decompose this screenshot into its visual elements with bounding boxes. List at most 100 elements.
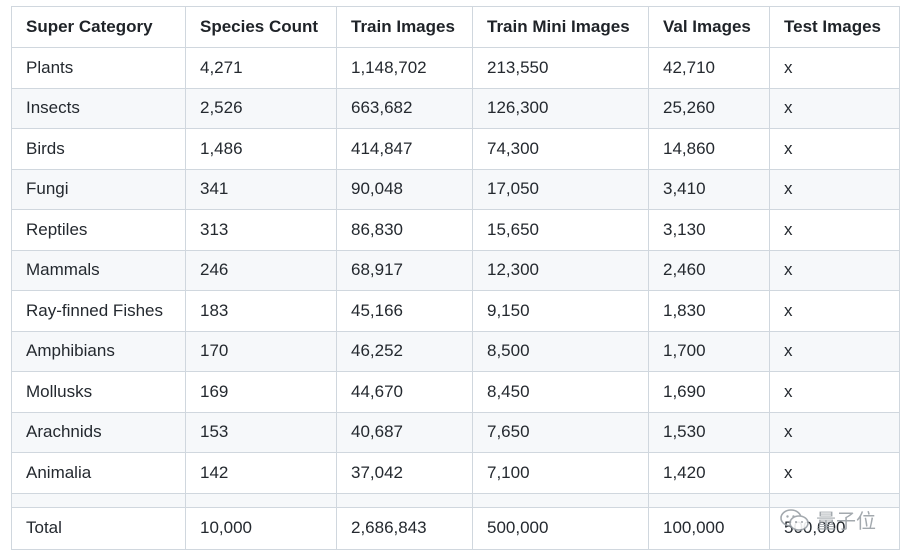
cell-super-category: Insects: [11, 87, 186, 129]
cell-train-images: 37,042: [336, 452, 473, 494]
header-row: Super Category Species Count Train Image…: [11, 6, 900, 48]
cell-val-images: 1,830: [648, 290, 770, 332]
cell-val-images: 42,710: [648, 47, 770, 89]
cell-train-mini-images: 9,150: [472, 290, 649, 332]
cell-species-count: 341: [185, 168, 337, 210]
cell-test-images: x: [769, 168, 900, 210]
cell-super-category: Arachnids: [11, 411, 186, 453]
cell-val-images: 1,530: [648, 411, 770, 453]
cell-val-images: 2,460: [648, 249, 770, 291]
table-row: Animalia 142 37,042 7,100 1,420 x: [11, 452, 900, 494]
cell-val-images: 1,700: [648, 330, 770, 372]
cell-train-mini-images: 7,100: [472, 452, 649, 494]
cell-val-images: 25,260: [648, 87, 770, 129]
cell-train-mini-images: 12,300: [472, 249, 649, 291]
cell-train-images: 663,682: [336, 87, 473, 129]
cell-super-category: Animalia: [11, 452, 186, 494]
cell-train-mini-images: 15,650: [472, 209, 649, 251]
cell-species-count: 142: [185, 452, 337, 494]
header-cell-species-count: Species Count: [185, 6, 337, 48]
cell-train-mini-images: 126,300: [472, 87, 649, 129]
cell-species-count: 313: [185, 209, 337, 251]
cell-train-images: 86,830: [336, 209, 473, 251]
cell-train-mini-images: 8,500: [472, 330, 649, 372]
spacer-row: [11, 492, 900, 508]
cell-test-images: x: [769, 452, 900, 494]
screenshot-root: Super Category Species Count Train Image…: [0, 0, 906, 560]
cell-train-images: 90,048: [336, 168, 473, 210]
total-cell-train-mini-images: 500,000: [472, 506, 649, 550]
total-row: Total 10,000 2,686,843 500,000 100,000 500,00…: [11, 506, 900, 550]
header-cell-train-images: Train Images: [336, 6, 473, 48]
cell-train-images: 44,670: [336, 371, 473, 413]
table-body: Plants 4,271 1,148,702 213,550 42,710 x Insect…: [11, 47, 900, 550]
cell-train-images: 40,687: [336, 411, 473, 453]
watermark: 量子位: [780, 505, 876, 534]
table-row: Reptiles 313 86,830 15,650 3,130 x: [11, 209, 900, 251]
cell-test-images: x: [769, 47, 900, 89]
cell-super-category: Fungi: [11, 168, 186, 210]
cell-test-images: x: [769, 128, 900, 170]
cell-val-images: 3,130: [648, 209, 770, 251]
watermark-text: 量子位: [816, 511, 876, 533]
total-cell-super-category: Total: [11, 506, 186, 550]
cell-super-category: Ray-finned Fishes: [11, 290, 186, 332]
cell-species-count: 2,526: [185, 87, 337, 129]
total-cell-val-images: 100,000: [648, 506, 770, 550]
cell-train-images: 414,847: [336, 128, 473, 170]
header-cell-super-category: Super Category: [11, 6, 186, 48]
cell-test-images: x: [769, 249, 900, 291]
header-cell-train-mini-images: Train Mini Images: [472, 6, 649, 48]
cell-train-mini-images: 17,050: [472, 168, 649, 210]
table-row: Birds 1,486 414,847 74,300 14,860 x: [11, 128, 900, 170]
cell-val-images: 1,690: [648, 371, 770, 413]
cell-train-images: 46,252: [336, 330, 473, 372]
table-row: Arachnids 153 40,687 7,650 1,530 x: [11, 411, 900, 453]
wechat-icon: [780, 508, 810, 532]
header-cell-val-images: Val Images: [648, 6, 770, 48]
cell-super-category: Amphibians: [11, 330, 186, 372]
cell-train-mini-images: 213,550: [472, 47, 649, 89]
total-cell-train-images: 2,686,843: [336, 506, 473, 550]
table-row: Amphibians 170 46,252 8,500 1,700 x: [11, 330, 900, 372]
table-row: Mammals 246 68,917 12,300 2,460 x: [11, 249, 900, 291]
cell-train-images: 1,148,702: [336, 47, 473, 89]
cell-test-images: x: [769, 87, 900, 129]
cell-species-count: 153: [185, 411, 337, 453]
category-stats-table: Super Category Species Count Train Image…: [11, 6, 900, 550]
cell-super-category: Mollusks: [11, 371, 186, 413]
cell-test-images: x: [769, 411, 900, 453]
cell-train-mini-images: 74,300: [472, 128, 649, 170]
header-cell-test-images: Test Images: [769, 6, 900, 48]
cell-super-category: Birds: [11, 128, 186, 170]
total-cell-species-count: 10,000: [185, 506, 337, 550]
cell-species-count: 1,486: [185, 128, 337, 170]
table-row: Fungi 341 90,048 17,050 3,410 x: [11, 168, 900, 210]
cell-super-category: Reptiles: [11, 209, 186, 251]
spacer-cell: [472, 492, 649, 508]
cell-test-images: x: [769, 209, 900, 251]
spacer-cell: [185, 492, 337, 508]
table-row: Mollusks 169 44,670 8,450 1,690 x: [11, 371, 900, 413]
cell-test-images: x: [769, 371, 900, 413]
cell-train-mini-images: 7,650: [472, 411, 649, 453]
cell-species-count: 4,271: [185, 47, 337, 89]
spacer-cell: [336, 492, 473, 508]
table-row: Plants 4,271 1,148,702 213,550 42,710 x: [11, 47, 900, 89]
table-row: Ray-finned Fishes 183 45,166 9,150 1,830 x: [11, 290, 900, 332]
cell-species-count: 170: [185, 330, 337, 372]
cell-super-category: Plants: [11, 47, 186, 89]
cell-super-category: Mammals: [11, 249, 186, 291]
cell-train-images: 45,166: [336, 290, 473, 332]
cell-train-images: 68,917: [336, 249, 473, 291]
cell-species-count: 169: [185, 371, 337, 413]
cell-species-count: 246: [185, 249, 337, 291]
cell-val-images: 14,860: [648, 128, 770, 170]
cell-train-mini-images: 8,450: [472, 371, 649, 413]
cell-val-images: 3,410: [648, 168, 770, 210]
table-row: Insects 2,526 663,682 126,300 25,260 x: [11, 87, 900, 129]
cell-species-count: 183: [185, 290, 337, 332]
cell-test-images: x: [769, 330, 900, 372]
spacer-cell: [648, 492, 770, 508]
cell-val-images: 1,420: [648, 452, 770, 494]
